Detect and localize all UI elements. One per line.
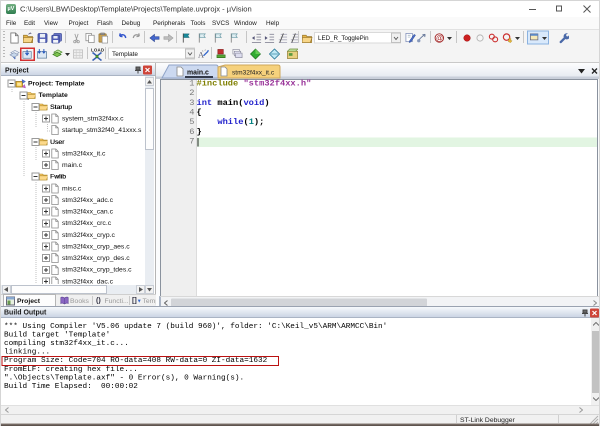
- svg-text:A: A: [198, 51, 204, 60]
- svg-text:@: @: [436, 35, 443, 42]
